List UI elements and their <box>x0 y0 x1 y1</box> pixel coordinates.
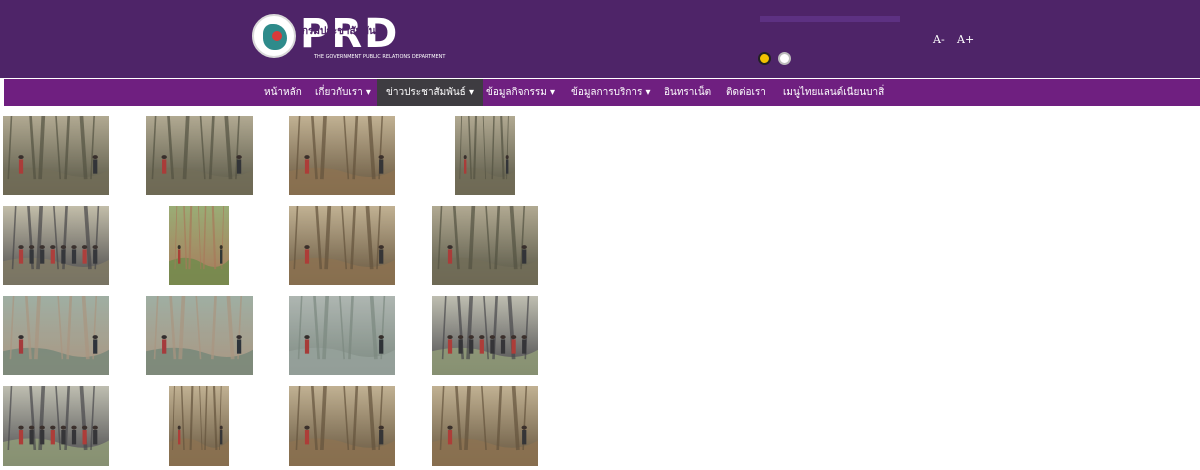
logo-subtitle: THE GOVERNMENT PUBLIC RELATIONS DEPARTME… <box>314 54 446 60</box>
photo-team-lineup[interactable] <box>3 386 109 466</box>
photo-forest-trail[interactable] <box>432 206 538 285</box>
nav-item-services[interactable]: ข้อมูลการบริการ ▾ <box>567 79 655 106</box>
photo-forest-floor[interactable] <box>432 386 538 466</box>
photo-forest-patrol-1[interactable] <box>3 116 109 195</box>
font-increase-button[interactable]: A+ <box>957 33 974 46</box>
normal-contrast-icon[interactable] <box>778 52 791 65</box>
photo-burnt-forest[interactable] <box>289 386 395 466</box>
nav-item-thailand[interactable]: เมนูไทยแลนด์เนียนบาสิ่ <box>779 79 888 106</box>
prd-emblem-icon <box>252 14 296 58</box>
photo-trail-group[interactable] <box>169 206 229 285</box>
high-contrast-icon[interactable] <box>758 52 771 65</box>
nav-item-intranet[interactable]: อินทราเน็ต <box>660 79 715 106</box>
photo-roadside-vehicles-1[interactable] <box>3 296 109 375</box>
font-decrease-button[interactable]: A- <box>933 33 945 46</box>
photo-team-group-1[interactable] <box>3 206 109 285</box>
main-navbar: หน้าหลัก เกี่ยวกับเรา ▾ ข่าวประชาสัมพันธ… <box>4 79 1200 106</box>
nav-item-about[interactable]: เกี่ยวกับเรา ▾ <box>309 79 377 106</box>
photo-forest-crew[interactable] <box>289 206 395 285</box>
photo-burnt-slope[interactable] <box>169 386 229 466</box>
photo-roadside-vehicles-2[interactable] <box>146 296 253 375</box>
photo-forest-patrol-4[interactable] <box>455 116 515 195</box>
prd-logo[interactable]: PRD กรมประชาสัมพันธ์ THE GOVERNMENT PUBL… <box>252 11 445 64</box>
photo-team-group-2[interactable] <box>432 296 538 375</box>
site-header: PRD กรมประชาสัมพันธ์ THE GOVERNMENT PUBL… <box>0 0 1200 78</box>
photo-mountain-haze[interactable] <box>289 296 395 375</box>
nav-item-news[interactable]: ข่าวประชาสัมพันธ์ ▾ <box>377 79 483 106</box>
nav-item-home[interactable]: หน้าหลัก <box>258 79 308 106</box>
photo-forest-patrol-2[interactable] <box>146 116 253 195</box>
nav-item-activities[interactable]: ข้อมูลกิจกรรม ▾ <box>482 79 559 106</box>
logo-thai-text: กรมประชาสัมพันธ์ <box>302 26 382 37</box>
nav-item-contact[interactable]: ติดต่อเรา <box>722 79 770 106</box>
photo-forest-patrol-3[interactable] <box>289 116 395 195</box>
header-faint-link <box>760 16 900 22</box>
